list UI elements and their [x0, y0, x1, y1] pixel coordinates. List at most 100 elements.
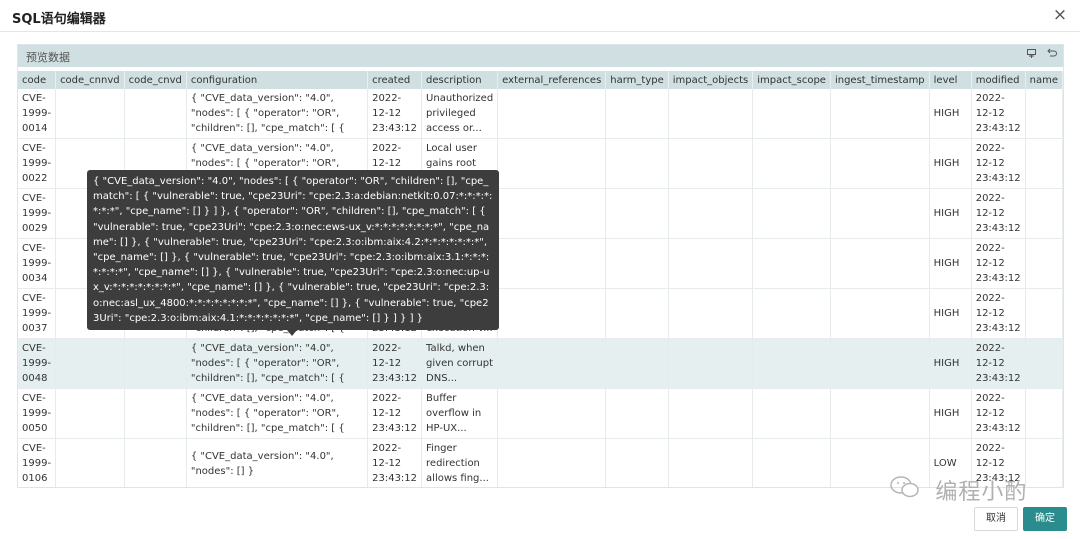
cell-text: LOW	[933, 458, 957, 469]
cell-text: 2022-12-12 23:43:12	[975, 343, 1021, 384]
cell-impact-objects	[668, 338, 754, 389]
cell-harm-type	[605, 238, 669, 289]
column-header-code[interactable]: code	[18, 71, 57, 89]
column-header-level[interactable]: level	[929, 71, 972, 89]
cell-configuration: { "CVE_data_version": "4.0", "nodes": [ …	[186, 338, 369, 389]
cell-level: HIGH	[929, 238, 972, 289]
close-icon[interactable]: ×	[1050, 4, 1070, 26]
cell-created: 2022-12-12 23:43:12	[367, 438, 423, 487]
configuration-tooltip: { "CVE_data_version": "4.0", "nodes": [ …	[87, 170, 499, 330]
cell-impact-objects	[668, 89, 754, 139]
sql-editor-dialog: SQL语句编辑器 × 预览数据 code code_cnnvd code_cnv…	[0, 0, 1080, 539]
cell-level: HIGH	[929, 188, 972, 239]
cell-ingest-timestamp	[830, 188, 930, 239]
cell-ingest-timestamp	[830, 138, 930, 189]
cell-harm-type	[605, 438, 669, 487]
table-row[interactable]: CVE-1999-0014 { "CVE_data_version": "4.0"…	[18, 89, 1063, 139]
cell-code: CVE-1999-0034	[18, 238, 57, 289]
cell-text: HIGH	[933, 308, 960, 319]
cell-configuration: { "CVE_data_version": "4.0", "nodes": [ …	[186, 89, 369, 139]
cell-impact-objects	[668, 188, 754, 239]
cell-text: Finger redirection allows fing...	[426, 443, 489, 484]
column-header-name[interactable]: name	[1025, 71, 1063, 89]
column-header-external-references[interactable]: external_references	[497, 71, 607, 89]
column-header-created[interactable]: created	[367, 71, 423, 89]
column-header-configuration[interactable]: configuration	[186, 71, 369, 89]
cell-code: CVE-1999-0050	[18, 388, 57, 439]
cell-harm-type	[605, 288, 669, 339]
cell-impact-objects	[668, 388, 754, 439]
cell-text: HIGH	[933, 358, 960, 369]
column-header-modified[interactable]: modified	[971, 71, 1026, 89]
cell-text: { "CVE_data_version": "4.0", "nodes": [ …	[190, 93, 345, 134]
cell-description: Unauthorized privileged access or...	[421, 89, 499, 139]
cell-impact-scope	[752, 338, 831, 389]
cell-external-references	[497, 188, 607, 239]
cell-created: 2022-12-12 23:43:12	[367, 89, 423, 139]
dialog-title: SQL语句编辑器	[12, 12, 106, 27]
tooltip-arrow	[287, 330, 297, 336]
cell-text: Unauthorized privileged access or...	[426, 93, 494, 134]
cell-text: 2022-12-12 23:43:12	[372, 393, 418, 434]
cell-text: 2022-12-12 23:43:12	[975, 293, 1021, 334]
cancel-button[interactable]: 取消	[974, 507, 1018, 531]
cell-ingest-timestamp	[830, 288, 930, 339]
column-header-impact-objects[interactable]: impact_objects	[668, 71, 754, 89]
cell-code-cnvd	[124, 89, 187, 139]
table-row[interactable]: CVE-1999-0048 { "CVE_data_version": "4.0"…	[18, 338, 1063, 389]
cell-name	[1025, 288, 1063, 339]
cell-text: HIGH	[933, 258, 960, 269]
cell-modified: 2022-12-12 23:43:12	[971, 238, 1026, 289]
cell-harm-type	[605, 338, 669, 389]
cell-impact-scope	[752, 138, 831, 189]
table-row[interactable]: CVE-1999-0050 { "CVE_data_version": "4.0"…	[18, 388, 1063, 439]
cell-code: CVE-1999-0014	[18, 89, 57, 139]
column-header-ingest-timestamp[interactable]: ingest_timestamp	[830, 71, 930, 89]
cell-code-cnvd	[124, 338, 187, 389]
cell-harm-type	[605, 138, 669, 189]
wechat-icon	[890, 476, 927, 504]
column-header-description[interactable]: description	[421, 71, 499, 89]
cell-text: 2022-12-12 23:43:12	[372, 443, 418, 484]
table-header-row: code code_cnnvd code_cnvd configuration crea…	[18, 71, 1063, 89]
cell-ingest-timestamp	[830, 388, 930, 439]
cell-external-references	[497, 238, 607, 289]
cell-level: HIGH	[929, 288, 972, 339]
cell-text: { "CVE_data_version": "4.0", "nodes": [ …	[190, 393, 345, 434]
cell-text: CVE-1999-0037	[22, 293, 52, 334]
cell-name	[1025, 89, 1063, 139]
cell-harm-type	[605, 388, 669, 439]
dialog-titlebar: SQL语句编辑器 ×	[0, 0, 1080, 32]
cell-name	[1025, 438, 1063, 487]
cell-code-cnnvd	[55, 388, 125, 439]
cell-impact-scope	[752, 89, 831, 139]
panel-header: 预览数据	[18, 45, 1063, 67]
cell-impact-objects	[668, 438, 754, 487]
cell-ingest-timestamp	[830, 89, 930, 139]
cell-name	[1025, 188, 1063, 239]
download-icon[interactable]	[1026, 48, 1037, 62]
cell-external-references	[497, 288, 607, 339]
column-header-code-cnvd[interactable]: code_cnvd	[124, 71, 187, 89]
cell-text: { "CVE_data_version": "4.0", "nodes": []…	[190, 450, 334, 477]
column-header-code-cnnvd[interactable]: code_cnnvd	[55, 71, 125, 89]
cell-modified: 2022-12-12 23:43:12	[971, 138, 1026, 189]
cell-name	[1025, 338, 1063, 389]
watermark-text: 编程小酌	[935, 480, 1028, 505]
ok-button[interactable]: 确定	[1023, 507, 1067, 531]
cell-name	[1025, 388, 1063, 439]
cell-description: Talkd, when given corrupt DNS...	[421, 338, 499, 389]
undo-icon[interactable]	[1046, 48, 1057, 62]
cell-impact-objects	[668, 138, 754, 189]
cell-external-references	[497, 388, 607, 439]
column-header-harm-type[interactable]: harm_type	[605, 71, 669, 89]
cell-code-cnvd	[124, 438, 187, 487]
cell-code-cnnvd	[55, 338, 125, 389]
cell-code: CVE-1999-0029	[18, 188, 57, 239]
cell-text: CVE-1999-0048	[22, 343, 52, 384]
cell-code: CVE-1999-0037	[18, 288, 57, 339]
cell-impact-objects	[668, 238, 754, 289]
cell-text: 2022-12-12 23:43:12	[975, 93, 1021, 134]
column-header-impact-scope[interactable]: impact_scope	[752, 71, 831, 89]
cell-external-references	[497, 138, 607, 189]
